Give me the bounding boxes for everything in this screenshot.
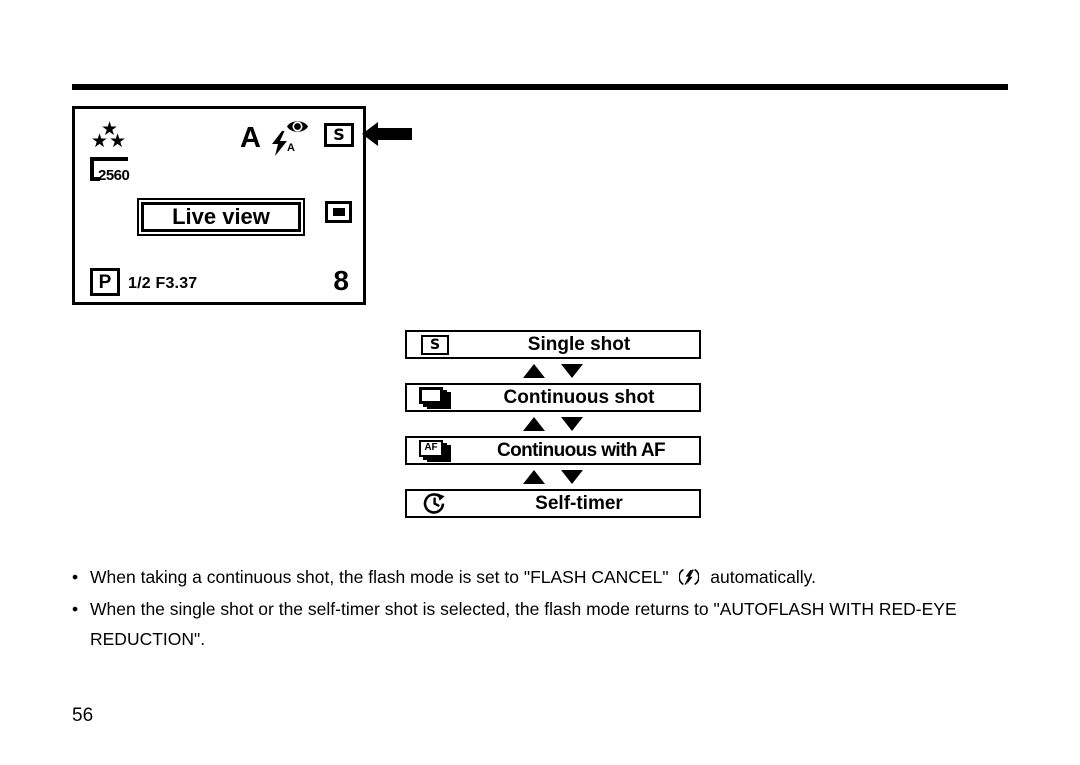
- frames-remaining: 8: [333, 265, 349, 296]
- resolution-value: 2560: [98, 167, 130, 184]
- spot-metering-icon: [325, 201, 352, 223]
- menu-separator-arrows-2: [405, 412, 701, 436]
- menu-item-self-timer[interactable]: Self-timer: [405, 489, 701, 518]
- menu-label-single-shot: Single shot: [527, 334, 631, 355]
- metering-block: [332, 208, 345, 216]
- menu-separator-arrows-3: [405, 465, 701, 489]
- single-shot-icon: S: [407, 332, 463, 357]
- exposure-mode-letter: A: [240, 122, 261, 154]
- single-shot-icon-letter: S: [429, 336, 441, 353]
- drive-mode-letter: S: [333, 125, 345, 144]
- triangle-down-icon[interactable]: [561, 417, 583, 431]
- frame-stack-icon: [419, 386, 451, 409]
- quality-star-2: ★: [91, 130, 109, 152]
- program-mode-indicator: P: [90, 268, 120, 296]
- triangle-down-icon[interactable]: [561, 470, 583, 484]
- triangle-down-icon[interactable]: [561, 364, 583, 378]
- menu-label-self-timer: Self-timer: [535, 493, 623, 514]
- flash-cancel-icon: [679, 568, 700, 586]
- af-icon-letters: AF: [424, 442, 438, 453]
- triangle-up-icon[interactable]: [523, 470, 545, 484]
- live-view-box: Live view: [137, 198, 305, 236]
- camera-lcd-display: ★ ★ ★ 2560 A A S Live view P 1/2 F3.37 8: [72, 106, 366, 305]
- note-1-text-before: When taking a continuous shot, the flash…: [90, 567, 669, 587]
- stack-layer-front: AF: [419, 439, 443, 457]
- bullet-icon: •: [72, 567, 79, 587]
- image-quality-stars-icon: ★ ★ ★: [91, 120, 137, 155]
- exposure-values: 1/2 F3.37: [128, 275, 198, 292]
- continuous-af-icon: AF: [407, 438, 463, 463]
- menu-item-single-shot[interactable]: S Single shot: [405, 330, 701, 359]
- note-item-2: • When the single shot or the self-timer…: [68, 594, 1008, 654]
- triangle-up-icon[interactable]: [523, 364, 545, 378]
- live-view-label: Live view: [172, 204, 270, 229]
- live-view-inner-frame: Live view: [141, 202, 301, 232]
- drive-mode-indicator: S: [324, 123, 354, 147]
- drive-mode-menu: S Single shot Continuous shot AF Continu…: [405, 330, 701, 518]
- program-mode-letter: P: [98, 271, 112, 293]
- bullet-icon: •: [72, 599, 79, 619]
- menu-item-continuous-with-af[interactable]: AF Continuous with AF: [405, 436, 701, 465]
- note-2-text: When the single shot or the self-timer s…: [90, 599, 957, 649]
- menu-separator-arrows-1: [405, 359, 701, 383]
- note-item-1: • When taking a continuous shot, the fla…: [68, 562, 1008, 592]
- stopwatch-icon: [423, 492, 445, 514]
- self-timer-icon: [407, 491, 463, 516]
- stack-layer-front: [419, 386, 443, 404]
- triangle-up-icon[interactable]: [523, 417, 545, 431]
- frame-stack-af-icon: AF: [419, 439, 451, 462]
- resolution-indicator: 2560: [90, 157, 134, 184]
- single-shot-s-box: S: [421, 334, 449, 355]
- menu-label-continuous-with-af: Continuous with AF: [497, 440, 666, 461]
- flash-auto-letter: A: [287, 142, 295, 154]
- header-rule: [72, 84, 1008, 90]
- left-arrow-icon: [362, 122, 412, 146]
- quality-star-3: ★: [109, 130, 127, 152]
- page-number: 56: [72, 705, 94, 726]
- menu-label-continuous-shot: Continuous shot: [503, 387, 655, 408]
- continuous-shot-icon: [407, 385, 463, 410]
- note-1-text-after: automatically.: [710, 567, 816, 587]
- menu-item-continuous-shot[interactable]: Continuous shot: [405, 383, 701, 412]
- notes-list: • When taking a continuous shot, the fla…: [68, 562, 1008, 656]
- autoflash-red-eye-icon: A: [270, 119, 310, 157]
